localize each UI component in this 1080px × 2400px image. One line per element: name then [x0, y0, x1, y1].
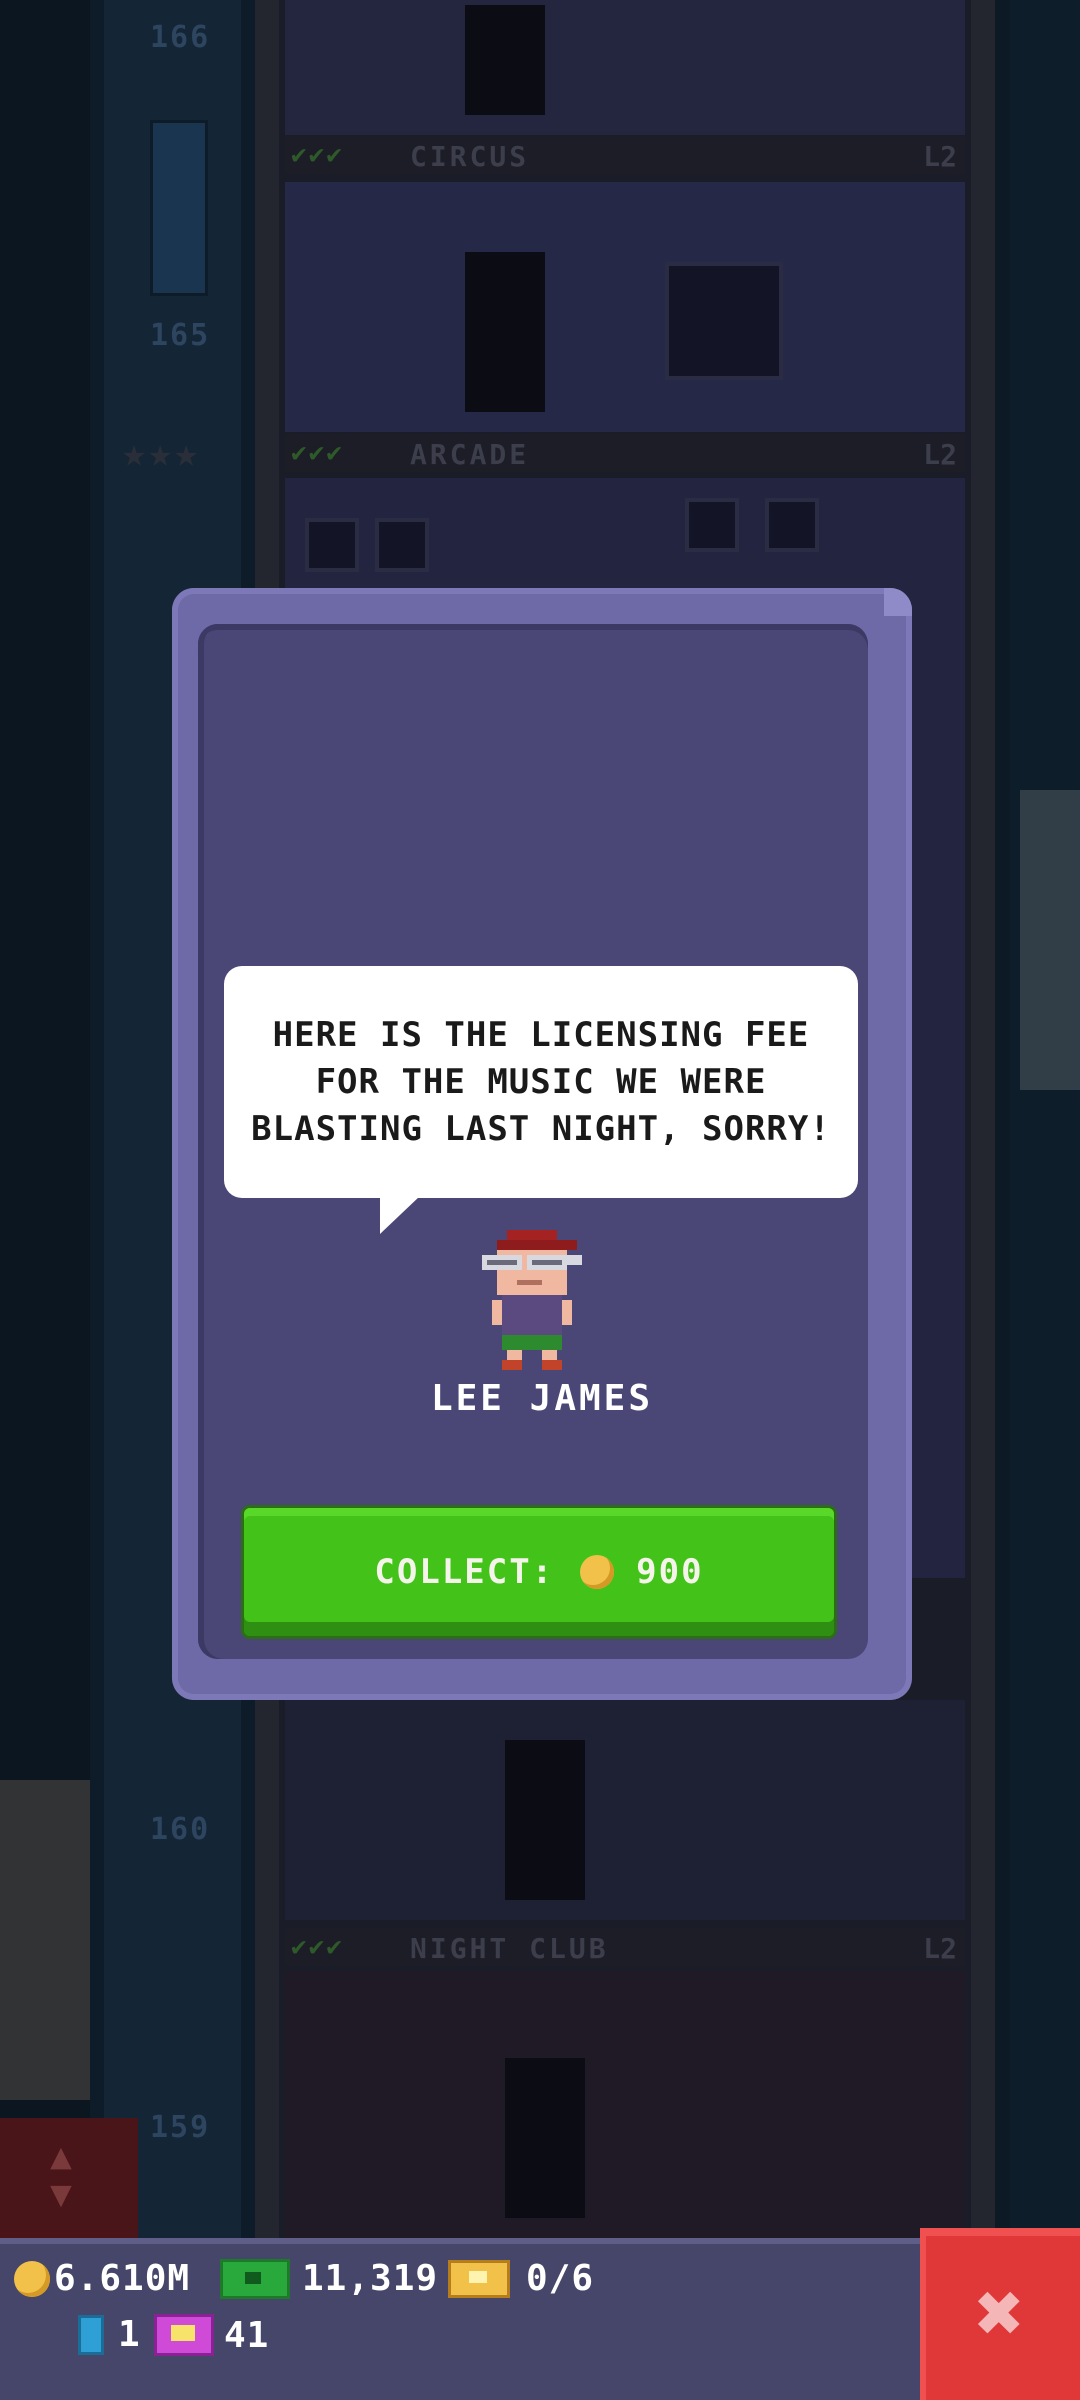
floor-label-arcade: ✔✔✔ ARCADE L2 — [285, 434, 965, 472]
door — [465, 5, 545, 115]
elevator-car — [150, 120, 208, 296]
reward-dialog: HERE IS THE LICENSING FEE FOR THE MUSIC … — [172, 588, 912, 1700]
floor-level: L2 — [923, 140, 957, 173]
speech-bubble: HERE IS THE LICENSING FEE FOR THE MUSIC … — [224, 966, 858, 1198]
window — [765, 498, 819, 552]
dialog-message: HERE IS THE LICENSING FEE FOR THE MUSIC … — [251, 1014, 831, 1149]
floor-name: NIGHT CLUB — [410, 1932, 609, 1965]
window — [305, 518, 359, 572]
elevator-control-button[interactable]: ▲ ▼ — [0, 2118, 138, 2240]
door — [465, 252, 545, 412]
bux-value: 11,319 — [302, 2258, 439, 2299]
checkmarks-icon: ✔✔✔ — [291, 140, 344, 170]
floor-stars-icon: ★★★ — [122, 430, 201, 476]
tower-pillar — [971, 0, 995, 2240]
tv-tokens-counter[interactable]: 41 — [154, 2314, 269, 2356]
character-avatar-icon — [482, 1230, 582, 1370]
window — [685, 498, 739, 552]
floor-arcade[interactable] — [285, 182, 965, 432]
floor-night-club[interactable] — [285, 1972, 965, 2238]
collect-amount: 900 — [636, 1552, 704, 1592]
key-icon — [78, 2314, 104, 2355]
checkmarks-icon: ✔✔✔ — [291, 1932, 344, 1962]
floor-number: 166 — [150, 20, 211, 55]
floor-pool[interactable] — [285, 1700, 965, 1920]
floor-number: 165 — [150, 318, 211, 353]
tickets-counter[interactable]: 0/6 — [448, 2258, 594, 2299]
door — [505, 2058, 585, 2218]
game-screen: 166 165 160 159 ✔✔✔ CIRCUS L2 ★★★ ✔✔✔ AR… — [0, 0, 1080, 2400]
floor-number: 160 — [150, 1812, 211, 1847]
collect-label: COLLECT: — [374, 1552, 555, 1592]
cloud — [1020, 790, 1080, 1090]
close-icon: ✖ — [975, 2266, 1025, 2361]
speech-bubble-tail — [380, 1196, 420, 1234]
collect-button[interactable]: COLLECT: 900 — [244, 1508, 834, 1636]
tv-tokens-value: 41 — [224, 2314, 270, 2356]
tv-icon — [154, 2314, 214, 2356]
floor-label-circus: ✔✔✔ CIRCUS L2 — [285, 136, 965, 174]
floor-label-night-club: ✔✔✔ NIGHT CLUB L2 — [285, 1928, 965, 1966]
up-down-arrows-icon: ▲ ▼ — [50, 2136, 72, 2215]
coins-counter[interactable]: 6.610M — [14, 2258, 190, 2299]
floor-circus[interactable] — [285, 0, 965, 135]
coin-icon — [14, 2260, 50, 2297]
tickets-value: 0/6 — [526, 2258, 595, 2299]
bux-icon — [220, 2258, 290, 2299]
checkmarks-icon: ✔✔✔ — [291, 438, 344, 468]
door — [505, 1740, 585, 1900]
arcade-poster — [665, 262, 783, 380]
floor-level: L2 — [923, 1932, 957, 1965]
sky-right — [1010, 0, 1080, 2240]
cloud — [0, 1780, 90, 2100]
close-button[interactable]: ✖ — [920, 2228, 1080, 2400]
floor-number: 159 — [150, 2110, 211, 2145]
floor-level: L2 — [923, 438, 957, 471]
bux-counter[interactable]: 11,319 — [220, 2258, 438, 2299]
ticket-icon — [448, 2259, 510, 2298]
keys-value: 1 — [118, 2314, 141, 2355]
elevator-rail — [90, 0, 104, 2240]
coins-value: 6.610M — [54, 2258, 191, 2299]
coin-icon — [580, 1555, 615, 1589]
window — [375, 518, 429, 572]
resource-bar: 6.610M 11,319 0/6 1 41 — [0, 2238, 1080, 2400]
character-name: LEE JAMES — [430, 1378, 654, 1419]
floor-name: CIRCUS — [410, 140, 530, 173]
keys-counter[interactable]: 1 — [78, 2314, 141, 2355]
floor-name: ARCADE — [410, 438, 530, 471]
